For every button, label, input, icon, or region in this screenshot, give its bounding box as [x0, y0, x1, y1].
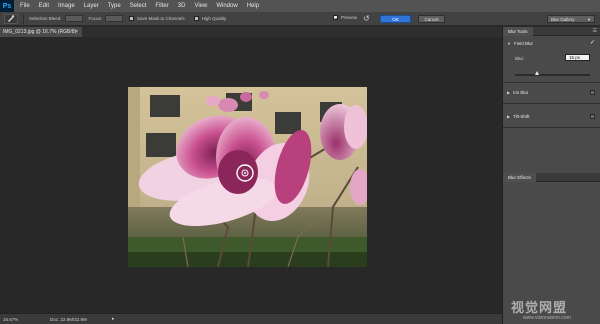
document-tab-label: IMG_0213.jpg @ 16.7% (RGB/8) — [3, 29, 77, 35]
section-divider — [503, 82, 600, 83]
blur-label: Blur: — [515, 56, 525, 61]
section-divider — [503, 127, 600, 128]
blur-effects-header: Blur Effects — [503, 172, 600, 182]
menu-select[interactable]: Select — [130, 3, 147, 9]
expand-right-icon[interactable]: ▶ — [507, 90, 510, 95]
workspace-select-value: Blur Gallery — [551, 16, 575, 22]
menu-image[interactable]: Image — [58, 3, 75, 9]
blur-gallery-panel: Blur Tools ☰ ▼ Field Blur ✓ Blur: 15 px … — [502, 26, 600, 324]
tilt-shift-section[interactable]: ▶ Tilt-Shift — [503, 111, 600, 122]
high-quality-checkbox[interactable] — [193, 16, 199, 21]
field-blur-section[interactable]: ▼ Field Blur ✓ — [503, 38, 600, 49]
chevron-down-icon: ▼ — [587, 17, 591, 22]
save-mask-checkbox[interactable] — [129, 16, 135, 21]
tab-blur-tools[interactable]: Blur Tools — [503, 26, 533, 36]
save-mask-option[interactable]: Save Mask to Channels — [129, 16, 185, 21]
field-blur-enabled-check-icon[interactable]: ✓ — [590, 39, 595, 46]
tab-blur-effects[interactable]: Blur Effects — [503, 172, 536, 182]
status-bar: 16.67% Doc: 22.9M/22.9M ▸ — [0, 313, 502, 324]
menu-3d[interactable]: 3D — [178, 3, 186, 9]
iris-blur-checkbox[interactable] — [590, 90, 595, 95]
tilt-shift-checkbox[interactable] — [590, 114, 595, 119]
menu-window[interactable]: Window — [216, 3, 237, 9]
tilt-shift-label: Tilt-Shift — [513, 114, 530, 119]
preview-label: Preview — [341, 15, 358, 20]
high-quality-label: High Quality — [201, 16, 227, 21]
focus-field[interactable] — [105, 15, 124, 22]
workspace-select[interactable]: Blur Gallery ▼ — [547, 15, 595, 23]
preview-option[interactable]: Preview — [333, 15, 358, 21]
selection-bleed-label: Selection Bleed: — [29, 16, 62, 21]
iris-blur-label: Iris Blur — [513, 90, 529, 95]
photoshop-logo: Ps — [0, 0, 14, 12]
doc-size-info: Doc: 22.9M/22.9M — [50, 316, 87, 322]
menu-help[interactable]: Help — [247, 3, 259, 9]
watermark: 视觉网盟 www.visionunion.com — [505, 297, 599, 323]
menu-type[interactable]: Type — [108, 3, 121, 9]
blur-amount-row: Blur: 15 px — [503, 53, 600, 65]
selection-bleed-field[interactable] — [64, 15, 83, 22]
save-mask-label: Save Mask to Channels — [137, 16, 185, 21]
magnolia-photo-graphic — [128, 87, 367, 267]
photoshop-window: Ps File Edit Image Layer Type Select Fil… — [0, 0, 600, 324]
panel-menu-icon[interactable]: ☰ — [593, 28, 597, 34]
menu-filter[interactable]: Filter — [155, 3, 168, 9]
blur-slider[interactable] — [515, 71, 590, 76]
cancel-button[interactable]: Cancel — [418, 15, 445, 23]
menu-edit[interactable]: Edit — [39, 3, 49, 9]
menu-view[interactable]: View — [194, 3, 207, 9]
blur-amount-input[interactable]: 15 px — [565, 54, 590, 61]
preview-checkbox[interactable] — [333, 15, 339, 21]
watermark-title: 视觉网盟 — [511, 300, 568, 315]
pin-brush-icon[interactable] — [4, 13, 18, 24]
zoom-level[interactable]: 16.67% — [3, 317, 18, 322]
field-blur-label: Field Blur — [513, 41, 533, 46]
document-tab-bar: IMG_0213.jpg @ 16.7% (RGB/8) × — [0, 27, 502, 37]
canvas-area[interactable] — [0, 37, 502, 313]
menu-layer[interactable]: Layer — [84, 3, 99, 9]
reset-icon[interactable]: ↺ — [363, 14, 370, 23]
focus-label: Focus: — [88, 16, 103, 21]
ok-button[interactable]: OK — [380, 15, 411, 23]
menu-bar: Ps File Edit Image Layer Type Select Fil… — [0, 0, 600, 12]
blur-slider-knob[interactable] — [535, 71, 539, 75]
blur-tools-header: Blur Tools ☰ — [503, 26, 600, 36]
document-tab[interactable]: IMG_0213.jpg @ 16.7% (RGB/8) × — [0, 27, 82, 37]
expand-right-icon[interactable]: ▶ — [507, 114, 510, 119]
menu-file[interactable]: File — [20, 3, 30, 9]
options-separator — [23, 13, 24, 24]
iris-blur-section[interactable]: ▶ Iris Blur — [503, 87, 600, 98]
expand-down-icon[interactable]: ▼ — [507, 41, 511, 46]
section-divider — [503, 103, 600, 104]
magnolia-photo[interactable] — [128, 87, 367, 267]
close-icon[interactable]: × — [75, 29, 78, 35]
options-bar: Selection Bleed: Focus: Save Mask to Cha… — [0, 12, 600, 26]
high-quality-option[interactable]: High Quality — [193, 16, 227, 21]
status-menu-arrow-icon[interactable]: ▸ — [112, 316, 115, 322]
